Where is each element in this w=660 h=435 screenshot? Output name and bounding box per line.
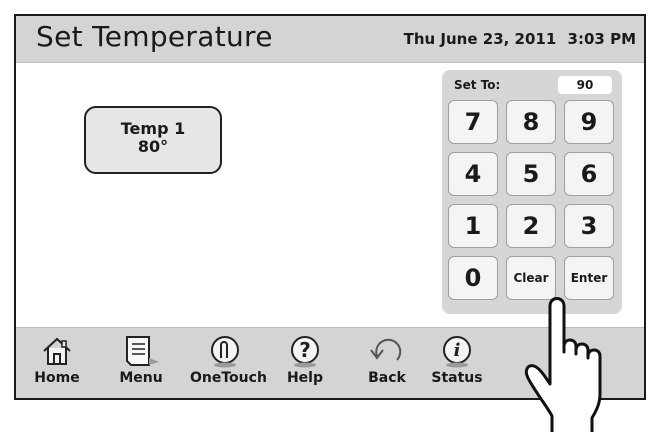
nav-menu-label: Menu bbox=[119, 370, 163, 386]
nav-status-label: Status bbox=[431, 370, 483, 386]
key-0[interactable]: 0 bbox=[448, 256, 498, 300]
svg-text:i: i bbox=[454, 340, 461, 361]
header-bar: Set Temperature Thu June 23, 2011 3:03 P… bbox=[16, 16, 644, 63]
nav-status[interactable]: i Status bbox=[422, 334, 492, 386]
key-2[interactable]: 2 bbox=[506, 204, 556, 248]
nav-back-label: Back bbox=[368, 370, 406, 386]
key-1[interactable]: 1 bbox=[448, 204, 498, 248]
onetouch-icon bbox=[211, 336, 239, 368]
key-9[interactable]: 9 bbox=[564, 100, 614, 144]
set-to-value-field[interactable]: 90 bbox=[558, 76, 612, 94]
key-7[interactable]: 7 bbox=[448, 100, 498, 144]
nav-menu[interactable]: Menu bbox=[106, 334, 176, 386]
nav-onetouch-label: OneTouch bbox=[190, 370, 267, 386]
nav-onetouch[interactable]: OneTouch bbox=[190, 334, 267, 386]
key-5[interactable]: 5 bbox=[506, 152, 556, 196]
back-icon bbox=[370, 338, 402, 361]
menu-icon bbox=[126, 336, 159, 366]
nav-help-label: Help bbox=[286, 370, 324, 386]
pointing-hand-icon bbox=[524, 297, 602, 432]
key-6[interactable]: 6 bbox=[564, 152, 614, 196]
date-time: Thu June 23, 2011 3:03 PM bbox=[398, 30, 636, 48]
zone-name: Temp 1 bbox=[120, 119, 186, 138]
key-4[interactable]: 4 bbox=[448, 152, 498, 196]
nav-back[interactable]: Back bbox=[352, 334, 422, 386]
key-8[interactable]: 8 bbox=[506, 100, 556, 144]
page-title: Set Temperature bbox=[36, 20, 273, 53]
status-icon: i bbox=[443, 336, 471, 368]
home-icon bbox=[43, 337, 71, 365]
set-to-label: Set To: bbox=[454, 78, 501, 92]
nav-home[interactable]: Home bbox=[22, 334, 92, 386]
help-icon: ? bbox=[291, 336, 319, 368]
time-text: 3:03 PM bbox=[567, 30, 636, 48]
numeric-keypad: Set To: 90 7 8 9 4 5 6 1 2 3 0 Clear Ent… bbox=[442, 70, 622, 314]
zone-temperature: 80° bbox=[137, 137, 169, 156]
svg-text:?: ? bbox=[299, 338, 311, 362]
nav-help[interactable]: ? Help bbox=[270, 334, 340, 386]
date-text: Thu June 23, 2011 bbox=[403, 30, 557, 48]
temp-zone-button[interactable]: Temp 1 80° bbox=[84, 106, 222, 174]
nav-home-label: Home bbox=[34, 370, 80, 386]
key-3[interactable]: 3 bbox=[564, 204, 614, 248]
